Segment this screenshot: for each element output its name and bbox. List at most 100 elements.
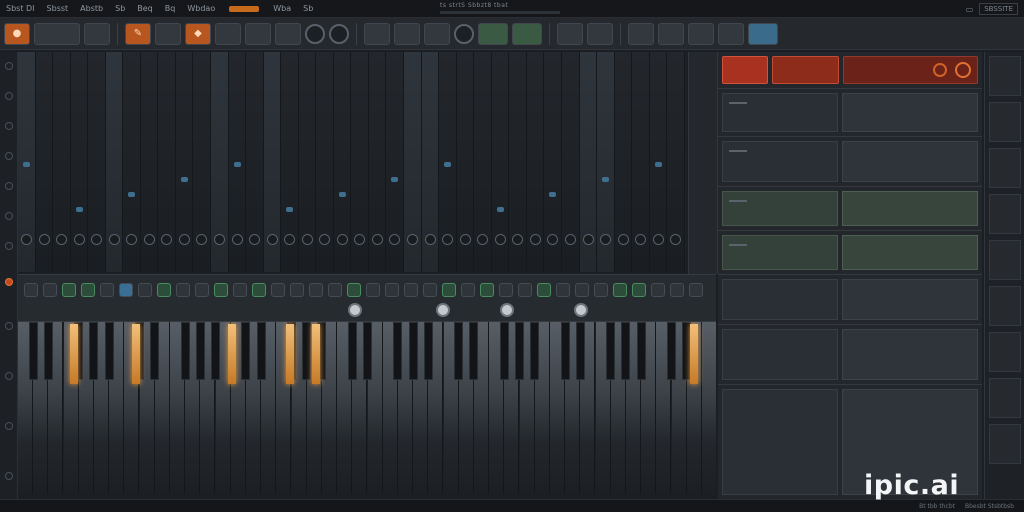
pan-knob[interactable] <box>214 234 226 245</box>
volume-knob[interactable] <box>500 303 514 317</box>
channel-button[interactable] <box>423 283 437 297</box>
pan-knob[interactable] <box>494 234 506 245</box>
black-key[interactable] <box>530 322 540 380</box>
mixer-strip[interactable] <box>386 52 405 272</box>
channel-button[interactable] <box>366 283 380 297</box>
pan-knob[interactable] <box>477 234 489 245</box>
side-button[interactable] <box>989 332 1021 372</box>
pan-knob[interactable] <box>617 234 629 245</box>
mixer-strip[interactable] <box>158 52 176 272</box>
zoom-button[interactable] <box>245 22 271 45</box>
select-tool-button[interactable] <box>155 22 181 45</box>
channel-button[interactable] <box>176 283 190 297</box>
mixer-strip[interactable] <box>18 52 36 272</box>
channel-button[interactable] <box>480 283 494 297</box>
channel-button[interactable] <box>556 283 570 297</box>
mixer-scrollbar[interactable] <box>688 52 718 274</box>
pan-knob[interactable] <box>407 234 419 245</box>
mixer-strip[interactable] <box>491 52 510 272</box>
pan-knob[interactable] <box>231 234 243 245</box>
pan-knob[interactable] <box>582 234 594 245</box>
channel-button[interactable] <box>461 283 475 297</box>
black-key[interactable] <box>302 322 312 380</box>
master-volume-knob[interactable] <box>305 23 325 44</box>
panel-row[interactable] <box>718 230 982 274</box>
mixer-strip[interactable] <box>579 52 598 272</box>
menu-item-1[interactable]: Sbst DI <box>0 4 41 13</box>
channel-button[interactable] <box>309 283 323 297</box>
mixer-strip[interactable] <box>649 52 668 272</box>
white-key[interactable] <box>702 322 716 494</box>
channel-button[interactable] <box>62 283 76 297</box>
channel-button[interactable] <box>499 283 513 297</box>
volume-knob[interactable] <box>348 303 362 317</box>
tool-button[interactable] <box>424 22 450 45</box>
channel-button[interactable] <box>385 283 399 297</box>
black-key[interactable] <box>180 322 190 380</box>
channel-button[interactable] <box>670 283 684 297</box>
mixer-strip[interactable] <box>421 52 440 272</box>
mixer-strip[interactable] <box>228 52 247 272</box>
black-key[interactable] <box>362 322 372 380</box>
black-key[interactable] <box>28 322 38 380</box>
panel-row[interactable] <box>718 274 982 324</box>
mixer-strip[interactable] <box>368 52 387 272</box>
pan-knob[interactable] <box>512 234 524 245</box>
channel-button[interactable] <box>442 283 456 297</box>
browser-button[interactable] <box>748 22 778 45</box>
pan-knob[interactable] <box>56 234 68 245</box>
mixer-strip[interactable] <box>35 52 54 272</box>
menu-item-9[interactable]: Sb <box>297 4 319 13</box>
mixer-strip[interactable] <box>544 52 562 272</box>
black-key[interactable] <box>150 322 160 380</box>
channel-button[interactable] <box>290 283 304 297</box>
side-button[interactable] <box>989 240 1021 280</box>
pan-knob[interactable] <box>354 234 366 245</box>
mixer-strip[interactable] <box>404 52 422 272</box>
black-key[interactable] <box>104 322 114 380</box>
tool-button[interactable] <box>587 22 613 45</box>
tool-button[interactable] <box>364 22 390 45</box>
channel-button[interactable] <box>138 283 152 297</box>
channel-button[interactable] <box>24 283 38 297</box>
black-key[interactable] <box>666 322 676 380</box>
channel-button[interactable] <box>195 283 209 297</box>
volume-knob[interactable] <box>574 303 588 317</box>
tool-button[interactable] <box>688 22 714 45</box>
row-field[interactable] <box>842 191 978 226</box>
dial-icon[interactable] <box>955 62 971 78</box>
pan-knob[interactable] <box>529 234 541 245</box>
row-field[interactable] <box>842 279 978 320</box>
pan-knob[interactable] <box>21 234 32 245</box>
pan-knob[interactable] <box>424 234 436 245</box>
channel-button[interactable] <box>518 283 532 297</box>
black-key[interactable] <box>606 322 616 380</box>
black-key[interactable] <box>210 322 220 380</box>
mixer-strip[interactable] <box>105 52 124 272</box>
pan-knob[interactable] <box>547 234 559 245</box>
master-pitch-knob[interactable] <box>329 23 349 44</box>
black-key[interactable] <box>241 322 251 380</box>
mixer-strip[interactable] <box>667 52 685 272</box>
panel-tab-red-2[interactable] <box>771 56 840 84</box>
channel-button[interactable] <box>537 283 551 297</box>
rail-button[interactable] <box>5 422 13 430</box>
pan-knob[interactable] <box>73 234 85 245</box>
black-key[interactable] <box>575 322 585 380</box>
mixer-strip[interactable] <box>70 52 89 272</box>
menu-item-2[interactable]: Sbsst <box>41 4 75 13</box>
mixer-strip[interactable] <box>281 52 299 272</box>
rail-button[interactable] <box>5 152 13 160</box>
menu-item-7[interactable]: Wbdao <box>181 4 221 13</box>
mixer-strip[interactable] <box>263 52 282 272</box>
channel-button[interactable] <box>613 283 627 297</box>
dial-icon[interactable] <box>933 63 947 77</box>
channel-button[interactable] <box>233 283 247 297</box>
mixer-strip[interactable] <box>439 52 457 272</box>
channel-button[interactable] <box>100 283 114 297</box>
black-key[interactable] <box>347 322 357 380</box>
pan-knob[interactable] <box>284 234 296 245</box>
black-key[interactable] <box>454 322 464 380</box>
black-key[interactable] <box>195 322 205 380</box>
mixer-strip[interactable] <box>53 52 71 272</box>
